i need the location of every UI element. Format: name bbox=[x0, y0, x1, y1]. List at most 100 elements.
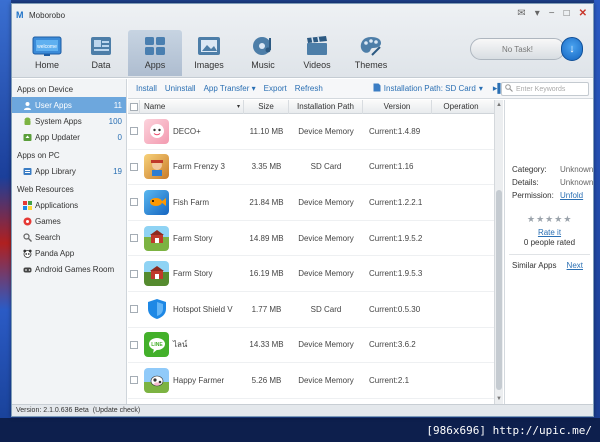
row-checkbox[interactable] bbox=[128, 363, 140, 398]
updater-icon bbox=[22, 132, 32, 142]
row-checkbox[interactable] bbox=[128, 221, 140, 256]
app-name: Fish Farm bbox=[173, 197, 209, 207]
rating-stars[interactable]: ★ ★ ★ ★ ★ bbox=[527, 214, 571, 225]
nav-themes[interactable]: Themes bbox=[344, 30, 398, 76]
nav-videos[interactable]: Videos bbox=[290, 30, 344, 76]
app-version: Current:2.1 bbox=[369, 375, 410, 385]
column-installation-path[interactable]: Installation Path bbox=[289, 100, 363, 114]
detail-permission: Permission: Unfold bbox=[512, 191, 583, 200]
app-operation bbox=[432, 363, 490, 398]
checkbox-box bbox=[130, 198, 138, 207]
app-size: 5.26 MB bbox=[251, 375, 282, 385]
star-icon[interactable]: ★ bbox=[563, 214, 571, 225]
search-icon bbox=[22, 232, 32, 242]
table-row[interactable]: Farm Story 14.89 MB Device Memory Curren… bbox=[128, 221, 494, 257]
app-operation bbox=[432, 328, 490, 363]
sidebar-item-system-apps[interactable]: System Apps 100 bbox=[12, 113, 126, 129]
sidebar-item-app-library[interactable]: App Library 19 bbox=[12, 163, 126, 179]
table-row[interactable]: Fish Farm 21.84 MB Device Memory Current… bbox=[128, 185, 494, 221]
line-app-icon: LINE bbox=[144, 332, 169, 358]
close-icon[interactable]: ✕ bbox=[579, 8, 587, 19]
table-row[interactable]: DECO+ 11.10 MB Device Memory Current:1.4… bbox=[128, 114, 494, 150]
table-row[interactable]: Farm Story 16.19 MB Device Memory Curren… bbox=[128, 256, 494, 292]
app-name: Happy Farmer bbox=[173, 375, 225, 385]
detail-value: Unknown bbox=[560, 178, 594, 187]
detail-details: Details: Unknown bbox=[512, 178, 593, 187]
detail-category: Category: Unknown bbox=[512, 165, 593, 174]
similar-next-link[interactable]: Next bbox=[567, 261, 583, 270]
row-checkbox[interactable] bbox=[128, 328, 140, 363]
search-icon bbox=[505, 84, 513, 94]
minimize-icon[interactable]: − bbox=[549, 8, 555, 19]
library-icon bbox=[22, 166, 32, 176]
table-row[interactable]: Hotspot Shield V 1.77 MB SD Card Current… bbox=[128, 292, 494, 328]
sidebar-item-label: App Updater bbox=[35, 132, 80, 142]
row-checkbox[interactable] bbox=[128, 256, 140, 291]
select-all-checkbox[interactable] bbox=[128, 100, 140, 114]
nav-data[interactable]: Data bbox=[74, 30, 128, 76]
app-operation bbox=[432, 114, 490, 149]
nav-label: Images bbox=[194, 60, 224, 70]
task-status-button[interactable]: No Task! bbox=[470, 38, 565, 60]
update-check-link[interactable]: (Update check) bbox=[93, 407, 140, 414]
column-version[interactable]: Version bbox=[363, 100, 432, 114]
scroll-up-icon[interactable]: ▲ bbox=[495, 101, 503, 109]
nav-label: Themes bbox=[354, 60, 388, 70]
nav-images[interactable]: Images bbox=[182, 30, 236, 76]
nav-label: Videos bbox=[303, 60, 331, 70]
sidebar: Apps on Device User Apps 11 System Apps … bbox=[12, 79, 127, 404]
maximize-icon[interactable]: □ bbox=[564, 8, 570, 19]
sidebar-item-android-games-room[interactable]: Android Games Room bbox=[12, 261, 126, 277]
export-button[interactable]: Export bbox=[264, 84, 287, 93]
hotspot-shield-app-icon bbox=[144, 296, 169, 322]
nav-home[interactable]: welcome Home bbox=[20, 30, 74, 76]
uninstall-button[interactable]: Uninstall bbox=[165, 84, 196, 93]
app-name-cell: Happy Farmer bbox=[140, 363, 244, 398]
app-operation bbox=[432, 256, 490, 291]
search-input[interactable]: Enter Keywords bbox=[516, 86, 565, 93]
scroll-down-icon[interactable]: ▼ bbox=[495, 395, 503, 403]
column-name[interactable]: Name ▾ bbox=[140, 100, 244, 114]
search-box[interactable]: Enter Keywords bbox=[501, 82, 589, 96]
sidebar-item-label: Panda App bbox=[35, 248, 75, 258]
sidebar-item-games[interactable]: Games bbox=[12, 213, 126, 229]
column-size[interactable]: Size bbox=[244, 100, 289, 114]
app-operation bbox=[432, 150, 490, 185]
star-icon[interactable]: ★ bbox=[536, 214, 544, 225]
sidebar-item-label: Applications bbox=[35, 200, 79, 210]
download-manager-icon[interactable]: ↓ bbox=[561, 37, 583, 61]
sidebar-item-count: 100 bbox=[108, 116, 122, 126]
sidebar-item-search[interactable]: Search bbox=[12, 229, 126, 245]
star-icon[interactable]: ★ bbox=[527, 214, 535, 225]
app-transfer-button[interactable]: App Transfer ▾ bbox=[204, 84, 256, 93]
checkbox-box bbox=[129, 102, 138, 111]
refresh-button[interactable]: Refresh bbox=[295, 84, 323, 93]
installation-path-dropdown[interactable]: Installation Path: SD Card ▾ bbox=[373, 83, 483, 94]
row-checkbox[interactable] bbox=[128, 114, 140, 149]
menu-icon[interactable]: ▾ bbox=[535, 8, 540, 19]
feedback-icon[interactable]: ✉ bbox=[517, 8, 525, 19]
nav-apps[interactable]: Apps bbox=[128, 30, 182, 76]
row-checkbox[interactable] bbox=[128, 185, 140, 220]
unfold-link[interactable]: Unfold bbox=[560, 191, 583, 200]
farm-story-app-icon bbox=[144, 261, 169, 287]
sidebar-item-applications[interactable]: Applications bbox=[12, 197, 126, 213]
title-bar: M Moborobo bbox=[16, 8, 65, 22]
table-row[interactable]: LINE ไลน์ 14.33 MB Device Memory Current… bbox=[128, 328, 494, 364]
nav-music[interactable]: Music bbox=[236, 30, 290, 76]
star-icon[interactable]: ★ bbox=[554, 214, 562, 225]
sidebar-item-panda-app[interactable]: Panda App bbox=[12, 245, 126, 261]
sidebar-item-user-apps[interactable]: User Apps 11 bbox=[12, 97, 126, 113]
desktop-background-right bbox=[594, 0, 600, 442]
sidebar-item-app-updater[interactable]: App Updater 0 bbox=[12, 129, 126, 145]
sidebar-item-label: System Apps bbox=[35, 116, 82, 126]
table-row[interactable]: Farm Frenzy 3 3.35 MB SD Card Current:1.… bbox=[128, 150, 494, 186]
row-checkbox[interactable] bbox=[128, 150, 140, 185]
row-checkbox[interactable] bbox=[128, 292, 140, 327]
table-row[interactable]: Happy Farmer 5.26 MB Device Memory Curre… bbox=[128, 363, 494, 399]
table-scrollbar[interactable]: ▲ ▼ bbox=[494, 100, 503, 404]
star-icon[interactable]: ★ bbox=[545, 214, 553, 225]
scrollbar-thumb[interactable] bbox=[496, 190, 502, 390]
install-button[interactable]: Install bbox=[136, 84, 157, 93]
rate-it-link[interactable]: Rate it bbox=[505, 228, 594, 237]
